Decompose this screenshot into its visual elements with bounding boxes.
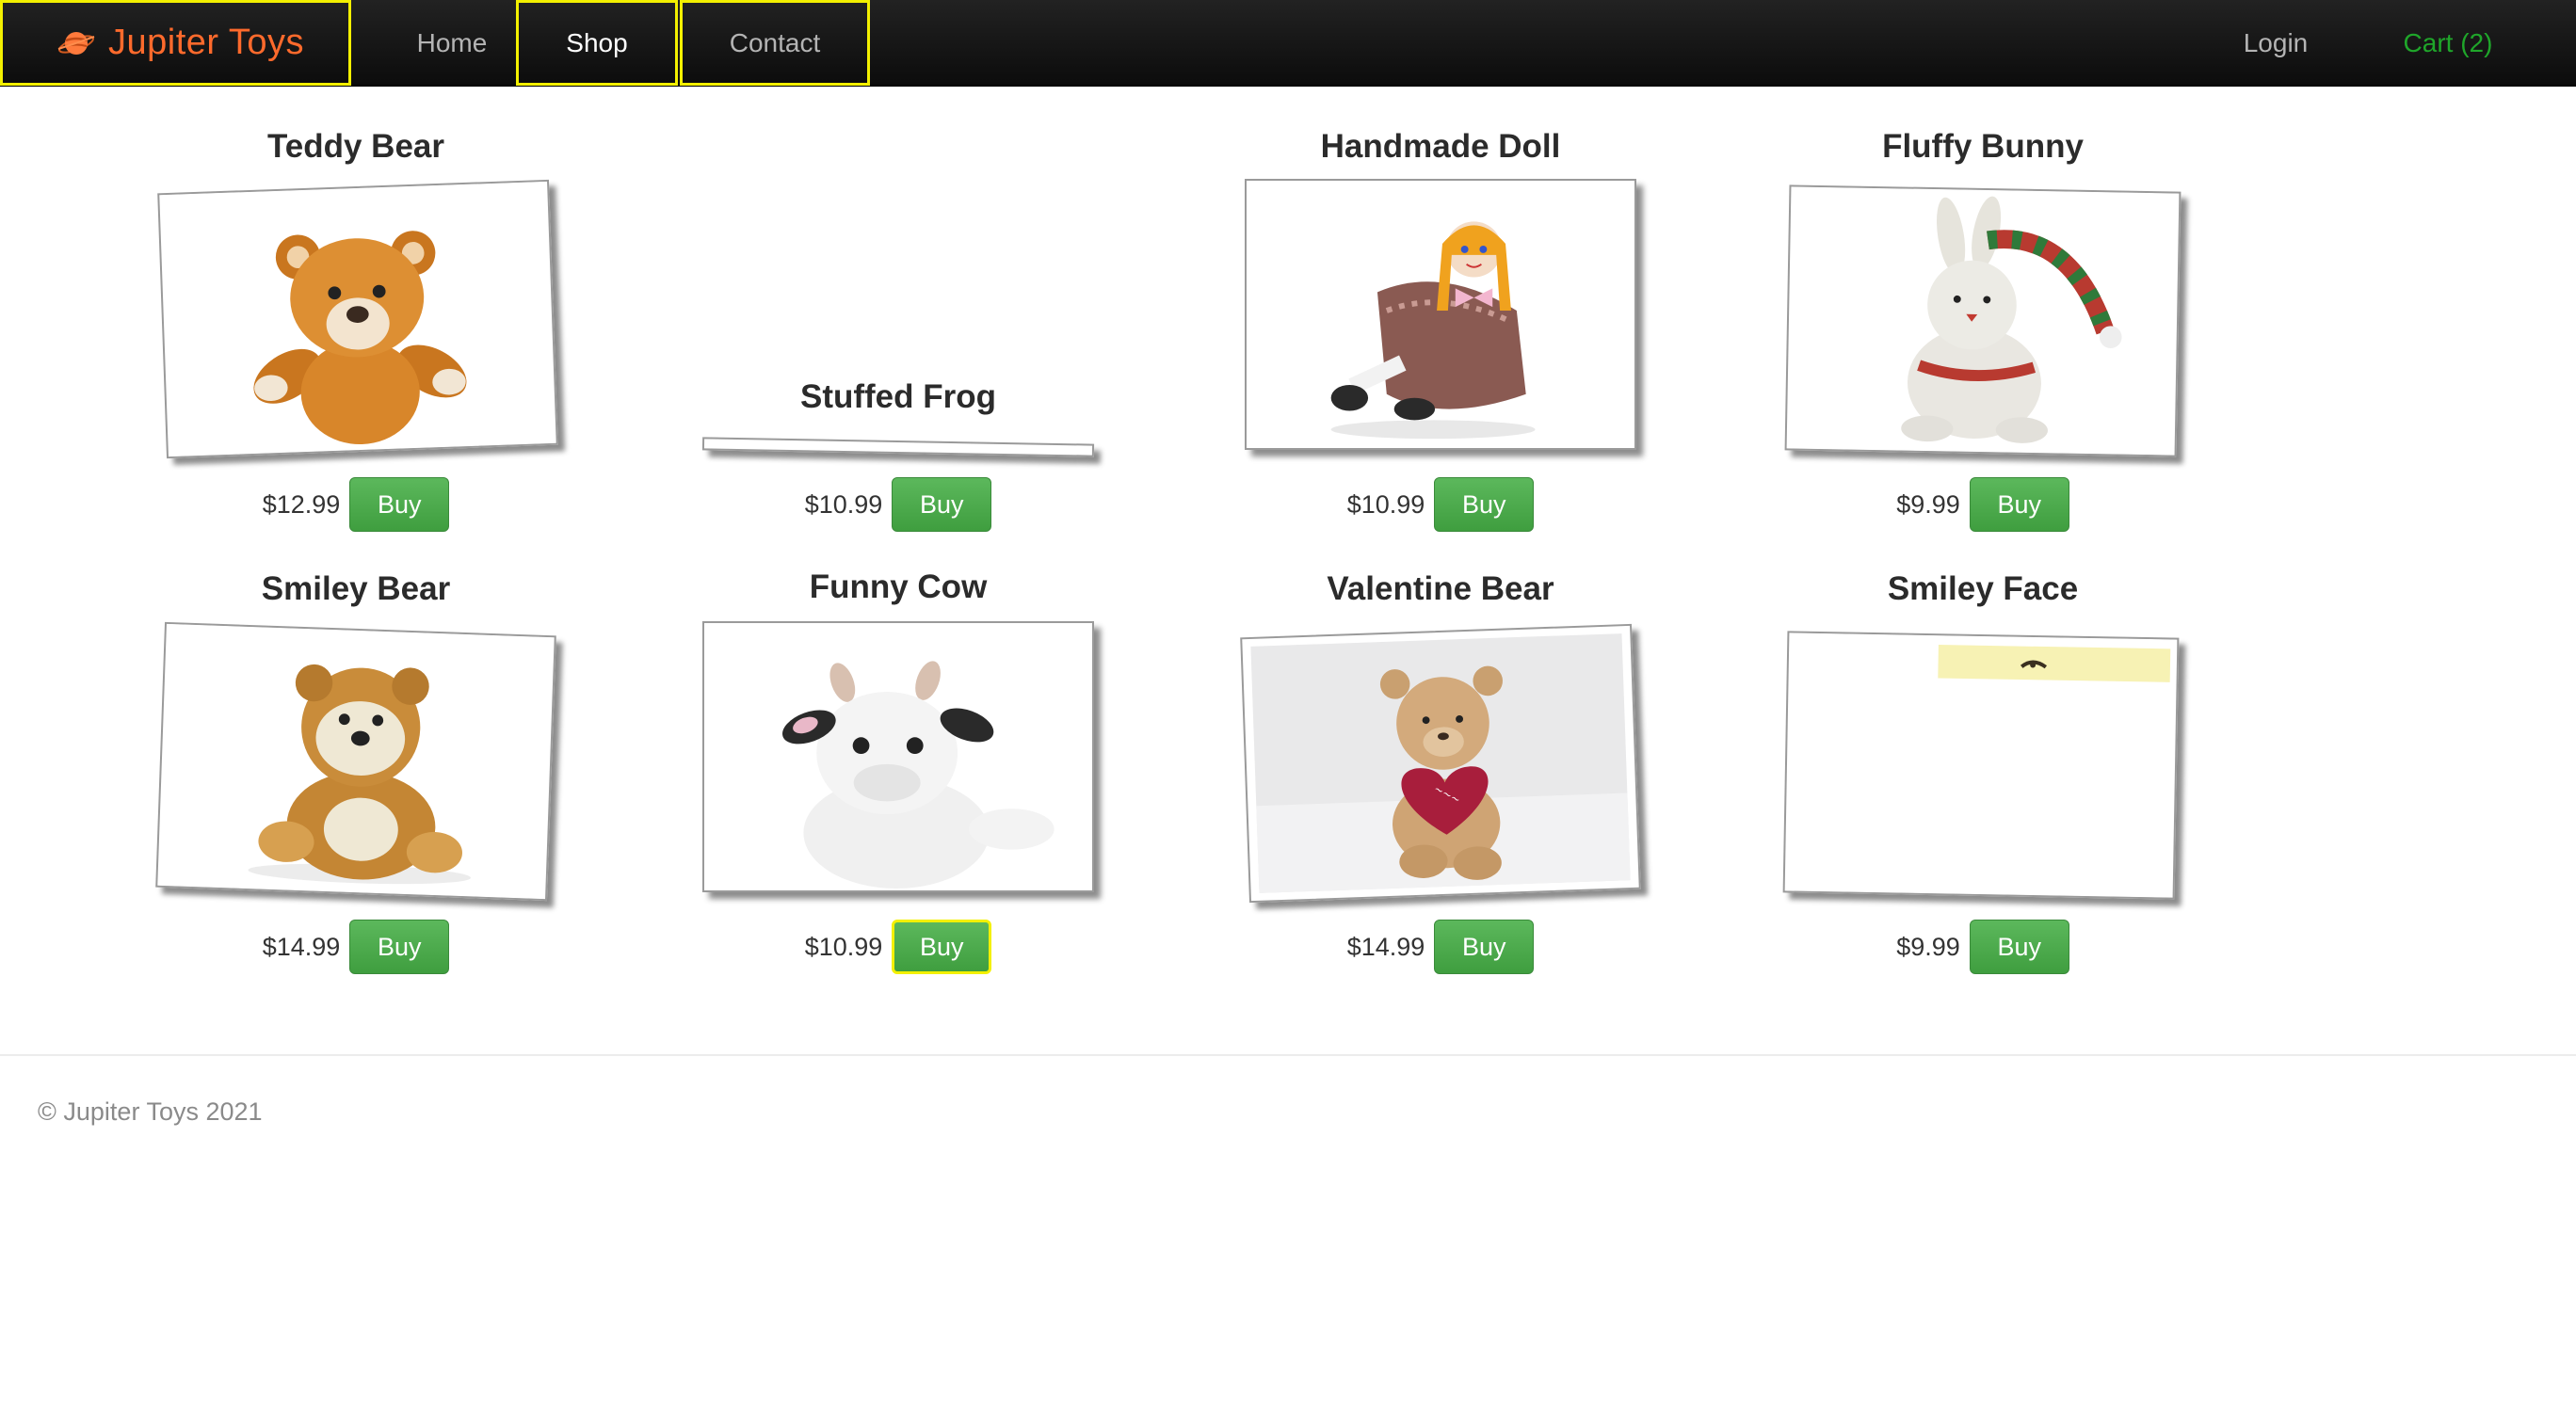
buy-button[interactable]: Buy — [1969, 920, 2069, 974]
product-card-funny-cow: Funny Cow $10.99 Buy — [627, 529, 1169, 974]
product-title: Handmade Doll — [1320, 128, 1561, 165]
buy-button[interactable]: Buy — [1969, 477, 2069, 532]
nav-contact-link[interactable]: Contact — [680, 0, 870, 86]
product-price: $10.99 — [1346, 489, 1425, 519]
footer-divider — [0, 1054, 2576, 1056]
funny-cow-image — [704, 623, 1092, 890]
product-image-frame — [157, 179, 558, 459]
product-image-frame — [701, 437, 1095, 457]
nav-shop-link[interactable]: Shop — [516, 0, 678, 86]
buy-button[interactable]: Buy — [349, 477, 450, 532]
product-price: $10.99 — [804, 489, 883, 519]
buy-button[interactable]: Buy — [349, 920, 450, 974]
product-title: Valentine Bear — [1327, 570, 1554, 607]
smiley-bear-image — [158, 623, 554, 900]
product-card-smiley-face: Smiley Face $9.99 Buy — [1712, 529, 2254, 974]
product-price: $12.99 — [262, 489, 341, 519]
product-title: Teddy Bear — [266, 128, 445, 165]
product-card-valentine-bear: Valentine Bear ~~~ $14.99 Buy — [1169, 529, 1712, 974]
product-price: $14.99 — [1346, 932, 1425, 961]
brand-link[interactable]: Jupiter Toys — [0, 0, 351, 86]
price-row: $9.99 Buy — [1712, 477, 2254, 532]
price-row: $14.99 Buy — [1169, 920, 1712, 974]
buy-button[interactable]: Buy — [892, 920, 992, 974]
handmade-doll-image — [1247, 181, 1634, 448]
product-image-frame — [1245, 179, 1636, 450]
product-card-teddy-bear: Teddy Bear $12.99 Buy — [85, 87, 627, 532]
valentine-bear-image: ~~~ — [1250, 633, 1631, 893]
brand-name: Jupiter Toys — [108, 23, 305, 62]
nav-home-link[interactable]: Home — [395, 0, 508, 86]
product-title: Funny Cow — [809, 568, 988, 605]
smiley-face-image — [1785, 632, 2177, 898]
product-card-fluffy-bunny: Fluffy Bunny $9.99 Buy — [1712, 87, 2254, 532]
price-row: $12.99 Buy — [85, 477, 627, 532]
nav-cart-link[interactable]: Cart (2) — [2373, 0, 2523, 86]
product-title: Smiley Face — [1887, 570, 2079, 607]
product-image-frame — [702, 621, 1094, 892]
footer-copyright: © Jupiter Toys 2021 — [38, 1097, 263, 1126]
product-card-smiley-bear: Smiley Bear $14.99 Buy — [85, 529, 627, 974]
product-title: Fluffy Bunny — [1882, 128, 2084, 165]
product-card-stuffed-frog: Stuffed Frog $10.99 Buy — [627, 87, 1169, 532]
product-image-frame — [1782, 631, 2180, 900]
product-price: $14.99 — [262, 932, 341, 961]
buy-button[interactable]: Buy — [1434, 477, 1535, 532]
buy-button[interactable]: Buy — [892, 477, 992, 532]
product-image-frame — [155, 621, 556, 902]
price-row: $10.99 Buy — [1169, 477, 1712, 532]
price-row: $10.99 Buy — [627, 920, 1169, 974]
product-title: Smiley Bear — [261, 570, 451, 607]
product-title: Stuffed Frog — [799, 378, 997, 415]
product-price: $10.99 — [804, 932, 883, 961]
product-image-frame: ~~~ — [1240, 623, 1641, 904]
price-row: $14.99 Buy — [85, 920, 627, 974]
planet-logo-icon — [57, 31, 95, 55]
product-price: $9.99 — [1896, 489, 1960, 519]
product-card-handmade-doll: Handmade Doll $10.99 Buy — [1169, 87, 1712, 532]
teddy-bear-image — [160, 181, 555, 457]
top-navbar: Jupiter Toys Home Shop Contact Login Car… — [0, 0, 2576, 87]
product-price: $9.99 — [1896, 932, 1960, 961]
product-image-frame — [1784, 184, 2182, 457]
price-row: $9.99 Buy — [1712, 920, 2254, 974]
fluffy-bunny-image — [1787, 186, 2179, 456]
price-row: $10.99 Buy — [627, 477, 1169, 532]
buy-button[interactable]: Buy — [1434, 920, 1535, 974]
nav-login-link[interactable]: Login — [2214, 0, 2337, 86]
